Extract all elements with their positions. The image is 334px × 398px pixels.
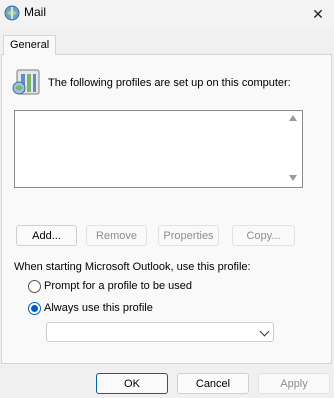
profiles-header: The following profiles are set up on thi… bbox=[48, 77, 291, 89]
always-use-profile-label[interactable]: Always use this profile bbox=[44, 302, 153, 314]
always-use-profile-radio[interactable] bbox=[28, 302, 41, 315]
profiles-list[interactable] bbox=[14, 110, 303, 188]
scroll-up-arrow-icon[interactable] bbox=[289, 115, 297, 121]
chevron-down-icon bbox=[259, 326, 270, 337]
close-button[interactable]: ✕ bbox=[302, 0, 334, 28]
add-button[interactable]: Add... bbox=[16, 225, 77, 246]
apply-button[interactable]: Apply bbox=[258, 373, 330, 394]
title-bar: Mail ✕ bbox=[0, 0, 334, 28]
ok-button[interactable]: OK bbox=[96, 373, 168, 394]
tab-general-label: General bbox=[10, 39, 50, 51]
profile-select[interactable] bbox=[46, 322, 274, 342]
properties-button[interactable]: Properties bbox=[158, 225, 219, 246]
prompt-profile-label[interactable]: Prompt for a profile to be used bbox=[44, 280, 192, 292]
close-icon: ✕ bbox=[312, 5, 324, 22]
general-panel bbox=[1, 54, 332, 364]
remove-button[interactable]: Remove bbox=[86, 225, 147, 246]
scroll-down-arrow-icon[interactable] bbox=[289, 175, 297, 181]
startup-profile-label: When starting Microsoft Outlook, use thi… bbox=[14, 261, 251, 273]
mail-profiles-icon bbox=[12, 69, 40, 95]
prompt-profile-radio[interactable] bbox=[28, 280, 41, 293]
cancel-button[interactable]: Cancel bbox=[177, 373, 249, 394]
copy-button[interactable]: Copy... bbox=[232, 225, 295, 246]
window-title: Mail bbox=[24, 5, 47, 19]
tab-general[interactable]: General bbox=[3, 35, 56, 55]
mail-app-icon bbox=[4, 5, 20, 21]
